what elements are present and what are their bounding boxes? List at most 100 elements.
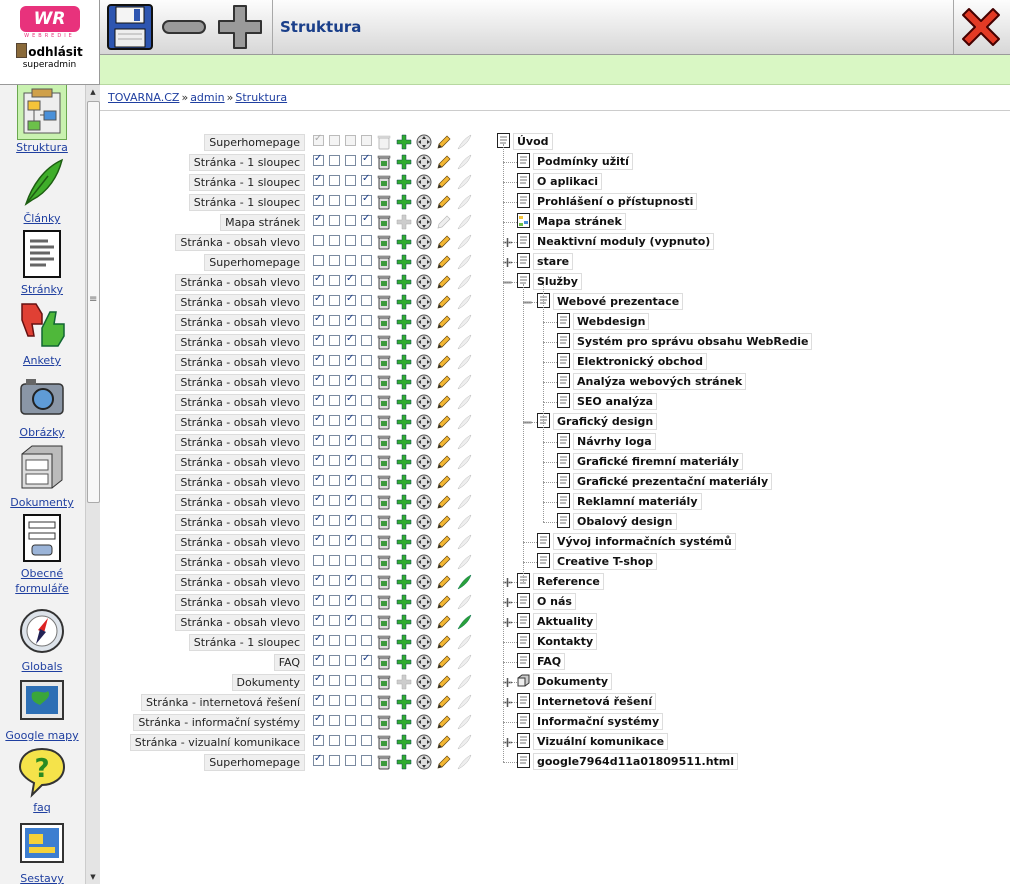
row-checkbox[interactable]: [345, 373, 356, 386]
delete-icon[interactable]: [376, 134, 392, 150]
add-child-icon[interactable]: [396, 754, 412, 770]
row-checkbox[interactable]: [361, 653, 372, 666]
row-checkbox[interactable]: [329, 155, 340, 166]
row-checkbox[interactable]: [345, 675, 356, 686]
tree-node[interactable]: Grafické firemní materiály: [557, 453, 743, 471]
add-child-icon[interactable]: [396, 374, 412, 390]
move-icon[interactable]: [416, 134, 432, 150]
article-feather-icon[interactable]: [456, 214, 472, 230]
delete-icon[interactable]: [376, 154, 392, 170]
row-checkbox[interactable]: [313, 555, 324, 566]
row-checkbox[interactable]: [345, 333, 356, 346]
add-child-icon[interactable]: [396, 494, 412, 510]
move-icon[interactable]: [416, 614, 432, 630]
article-feather-icon[interactable]: [456, 674, 472, 690]
row-checkbox[interactable]: [313, 153, 324, 166]
move-icon[interactable]: [416, 534, 432, 550]
row-checkbox[interactable]: [361, 715, 372, 726]
row-checkbox[interactable]: [345, 155, 356, 166]
row-checkbox[interactable]: [361, 535, 372, 546]
row-checkbox[interactable]: [345, 735, 356, 746]
row-checkbox[interactable]: [329, 415, 340, 426]
sidebar-item-ankety[interactable]: Ankety: [0, 298, 84, 368]
delete-icon[interactable]: [376, 294, 392, 310]
row-checkbox[interactable]: [329, 395, 340, 406]
row-checkbox[interactable]: [313, 235, 324, 246]
add-child-icon[interactable]: [396, 414, 412, 430]
row-checkbox[interactable]: [329, 375, 340, 386]
row-checkbox[interactable]: [329, 535, 340, 546]
edit-icon[interactable]: [436, 194, 452, 210]
row-checkbox[interactable]: [313, 753, 324, 766]
tree-node[interactable]: Informační systémy: [517, 713, 664, 731]
row-checkbox[interactable]: [313, 653, 324, 666]
row-checkbox[interactable]: [361, 275, 372, 286]
edit-icon[interactable]: [436, 474, 452, 490]
edit-icon[interactable]: [436, 574, 452, 590]
row-checkbox[interactable]: [361, 675, 372, 686]
row-checkbox[interactable]: [345, 555, 356, 566]
tree-node[interactable]: Elektronický obchod: [557, 353, 707, 371]
add-child-icon[interactable]: [396, 734, 412, 750]
edit-icon[interactable]: [436, 174, 452, 190]
row-checkbox[interactable]: [329, 575, 340, 586]
row-checkbox[interactable]: [345, 293, 356, 306]
delete-icon[interactable]: [376, 694, 392, 710]
row-checkbox[interactable]: [313, 433, 324, 446]
row-checkbox[interactable]: [345, 175, 356, 186]
add-child-icon[interactable]: [396, 134, 412, 150]
edit-icon[interactable]: [436, 614, 452, 630]
row-checkbox[interactable]: [361, 315, 372, 326]
tree-node[interactable]: Vývoj informačních systémů: [537, 533, 736, 551]
add-button[interactable]: [216, 3, 264, 51]
add-child-icon[interactable]: [396, 194, 412, 210]
article-feather-icon[interactable]: [456, 734, 472, 750]
row-checkbox[interactable]: [361, 395, 372, 406]
row-checkbox[interactable]: [329, 595, 340, 606]
edit-icon[interactable]: [436, 314, 452, 330]
article-feather-icon[interactable]: [456, 254, 472, 270]
edit-icon[interactable]: [436, 234, 452, 250]
edit-icon[interactable]: [436, 354, 452, 370]
tree-node[interactable]: SEO analýza: [557, 393, 658, 411]
scroll-down-arrow[interactable]: ▼: [86, 870, 100, 884]
row-checkbox[interactable]: [313, 453, 324, 466]
sidebar-item-globals[interactable]: Globals: [0, 604, 84, 674]
row-checkbox[interactable]: [313, 613, 324, 626]
sidebar-item-stranky[interactable]: Stránky: [0, 227, 84, 297]
tree-node[interactable]: Návrhy loga: [557, 433, 656, 451]
edit-icon[interactable]: [436, 274, 452, 290]
row-checkbox[interactable]: [313, 693, 324, 706]
tree-node[interactable]: google7964d11a01809511.html: [517, 753, 739, 771]
delete-icon[interactable]: [376, 494, 392, 510]
add-child-icon[interactable]: [396, 714, 412, 730]
delete-icon[interactable]: [376, 574, 392, 590]
delete-icon[interactable]: [376, 594, 392, 610]
row-checkbox[interactable]: [313, 473, 324, 486]
article-feather-icon[interactable]: [456, 334, 472, 350]
breadcrumb-link-site[interactable]: TOVARNA.CZ: [108, 91, 179, 104]
delete-icon[interactable]: [376, 554, 392, 570]
article-feather-icon[interactable]: [456, 534, 472, 550]
tree-node[interactable]: Creative T-shop: [537, 553, 658, 571]
edit-icon[interactable]: [436, 554, 452, 570]
tree-node[interactable]: Internetová řešení: [517, 693, 657, 711]
edit-icon[interactable]: [436, 154, 452, 170]
row-checkbox[interactable]: [345, 533, 356, 546]
row-checkbox[interactable]: [345, 393, 356, 406]
edit-icon[interactable]: [436, 494, 452, 510]
delete-icon[interactable]: [376, 714, 392, 730]
tree-node[interactable]: O nás: [517, 593, 576, 611]
article-feather-icon[interactable]: [456, 614, 472, 630]
tree-node[interactable]: Služby: [517, 273, 582, 291]
add-child-icon[interactable]: [396, 214, 412, 230]
delete-icon[interactable]: [376, 254, 392, 270]
row-checkbox[interactable]: [313, 213, 324, 226]
article-feather-icon[interactable]: [456, 454, 472, 470]
add-child-icon[interactable]: [396, 354, 412, 370]
row-checkbox[interactable]: [345, 695, 356, 706]
row-checkbox[interactable]: [329, 315, 340, 326]
row-checkbox[interactable]: [361, 635, 372, 646]
delete-icon[interactable]: [376, 414, 392, 430]
article-feather-icon[interactable]: [456, 274, 472, 290]
